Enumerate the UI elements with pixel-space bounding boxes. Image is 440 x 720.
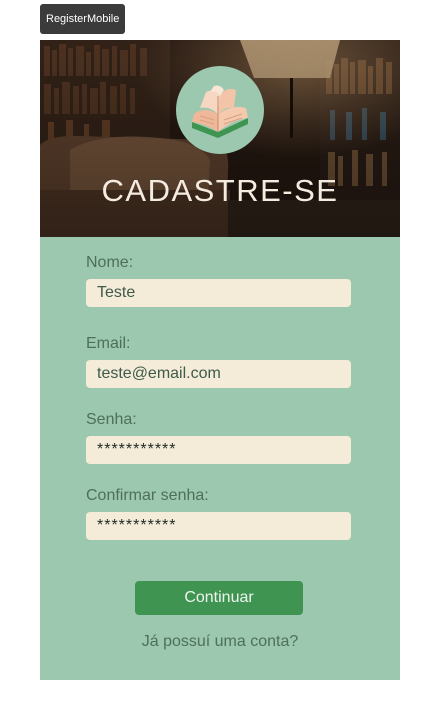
story-name-badge: RegisterMobile xyxy=(40,4,126,34)
email-input[interactable] xyxy=(86,360,351,388)
page-title: CADASTRE-SE xyxy=(101,173,339,208)
password-input[interactable] xyxy=(86,436,351,464)
login-link[interactable]: Já possuí uma conta? xyxy=(40,633,400,651)
header-banner: CADASTRE-SE xyxy=(40,40,400,237)
name-input[interactable] xyxy=(86,279,351,307)
open-book-icon xyxy=(192,85,248,138)
register-screen: CADASTRE-SE Nome: Email: Senha: Confirma… xyxy=(40,40,400,680)
email-label: Email: xyxy=(86,335,131,352)
logo-circle xyxy=(176,66,264,154)
confirm-password-input[interactable] xyxy=(86,512,351,540)
password-label: Senha: xyxy=(86,411,137,428)
name-label: Nome: xyxy=(86,254,134,271)
confirm-password-label: Confirmar senha: xyxy=(86,487,209,504)
continue-button[interactable]: Continuar xyxy=(135,581,303,615)
page: RegisterMobile CADASTRE-SE Nome: Teste E… xyxy=(0,0,440,720)
